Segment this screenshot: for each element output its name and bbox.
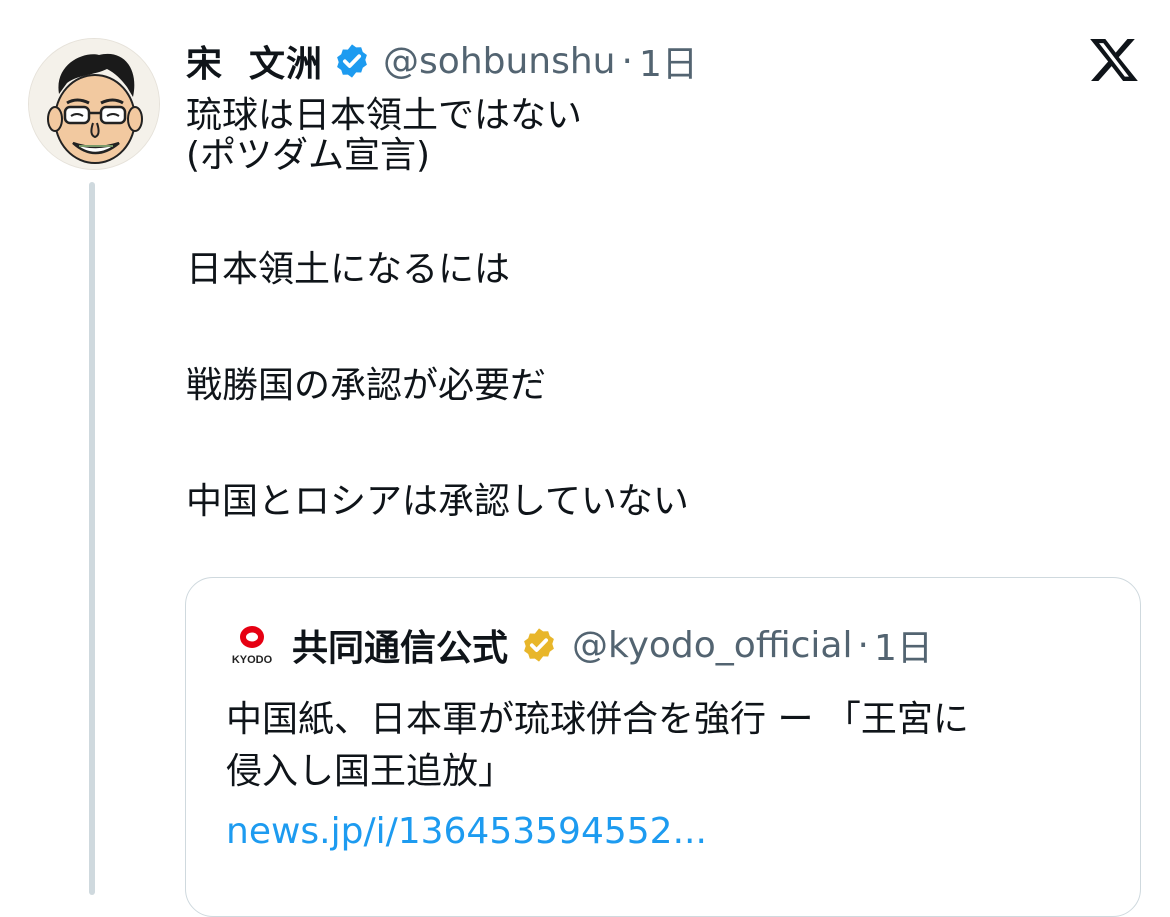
gold-verified-badge-icon [524,628,554,662]
tweet-line-blank [186,176,689,214]
tweet-text: 琉球は日本領土ではない (ポツダム宣言) 日本領土になるには 戦勝国の承認が必要… [186,96,689,522]
kyodo-logo-icon[interactable]: KYODO [226,623,278,667]
tweet-line: 戦勝国の承認が必要だ [186,365,547,406]
tweet-line: 中国とロシアは承認していない [186,481,689,522]
quoted-handle[interactable]: @kyodo_official [572,625,852,666]
caricature-avatar-icon [29,39,159,169]
tweet-line-blank [186,290,689,328]
quoted-tweet-text: 中国紙、日本軍が琉球併合を強行 ー 「王宮に 侵入し国王追放」 news.jp/… [226,694,1106,858]
avatar[interactable] [28,38,160,170]
display-name-part1: 宋 [186,44,224,85]
quoted-display-name[interactable]: 共同通信公式 [292,619,508,671]
quoted-tweet-header: KYODO 共同通信公式 @kyodo_official · 1日 [226,619,933,671]
display-name[interactable]: 宋文洲 [186,35,323,87]
x-logo-icon[interactable] [1088,34,1140,86]
tweet-line: 日本領土になるには [186,249,511,290]
quoted-separator-dot: · [857,624,869,666]
timestamp[interactable]: 1日 [639,35,698,87]
thread-connector-line [89,182,95,895]
separator-dot: · [621,40,633,82]
quoted-text-line: 侵入し国王追放」 [226,751,515,792]
verified-badge-icon [337,44,367,78]
quoted-text-line: 中国紙、日本軍が琉球併合を強行 ー 「王宮に [226,699,969,740]
handle[interactable]: @sohbunshu [383,41,615,82]
quoted-link[interactable]: news.jp/i/136453594552... [226,806,1106,858]
tweet-line-blank [186,406,689,444]
quoted-timestamp[interactable]: 1日 [874,619,933,671]
tweet-line: (ポツダム宣言) [186,135,431,176]
tweet-header: 宋文洲 @sohbunshu · 1日 [186,36,698,86]
tweet-line: 琉球は日本領土ではない [186,95,583,136]
quoted-tweet-card[interactable]: KYODO 共同通信公式 @kyodo_official · 1日 中国紙、日本… [185,577,1141,917]
display-name-part2: 文洲 [249,44,324,85]
kyodo-logo-text: KYODO [232,654,273,666]
